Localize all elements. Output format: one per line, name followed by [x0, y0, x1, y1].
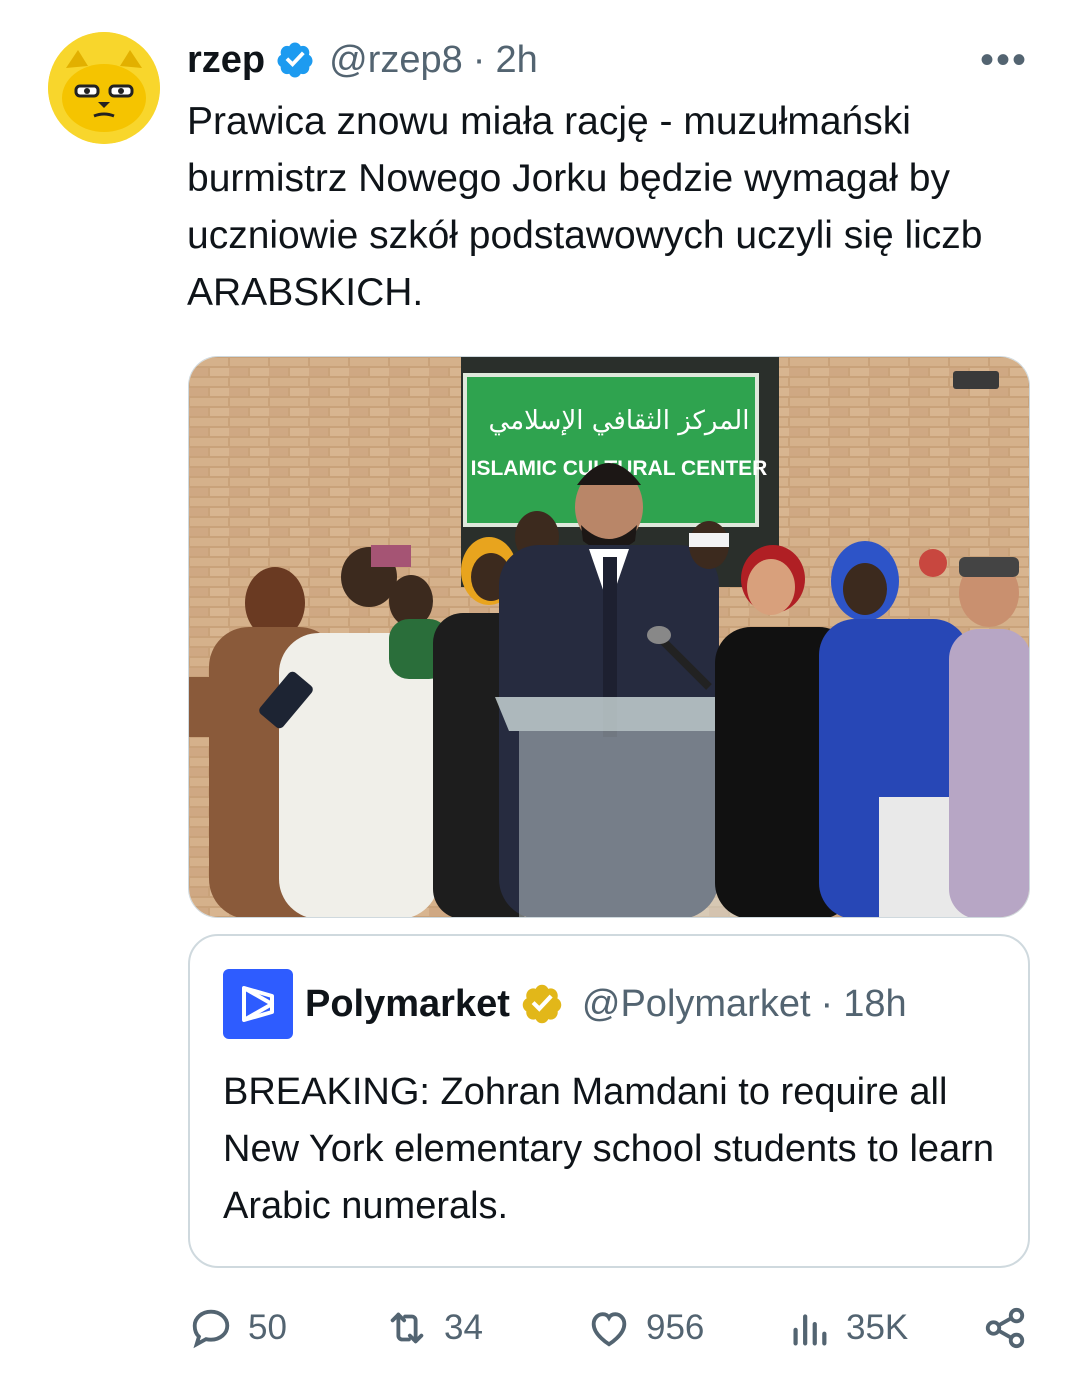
gold-verified-badge-icon[interactable] — [520, 982, 564, 1026]
polymarket-mark-icon — [242, 986, 274, 1022]
press-conference-photo: المركز الثقافي الإسلامي ISLAMIC CULTURAL… — [189, 357, 1029, 917]
polymarket-logo-icon[interactable] — [223, 969, 293, 1039]
share-button[interactable] — [982, 1305, 1042, 1351]
quoted-tweet-time[interactable]: 18h — [843, 983, 906, 1026]
repost-button[interactable]: 34 — [384, 1305, 483, 1351]
tweet-media-image[interactable]: المركز الثقافي الإسلامي ISLAMIC CULTURAL… — [188, 356, 1030, 918]
tweet-header: rzep @rzep8 · 2h — [187, 34, 538, 86]
separator: · — [472, 38, 486, 81]
verified-badge-icon[interactable] — [275, 40, 315, 80]
quoted-tweet[interactable]: Polymarket @Polymarket · 18h BREAKING: Z… — [188, 934, 1030, 1268]
author-name[interactable]: rzep — [187, 39, 265, 82]
views-icon — [793, 1314, 827, 1346]
quoted-separator: · — [820, 982, 834, 1025]
repost-icon — [390, 1312, 424, 1344]
quoted-tweet-header: Polymarket @Polymarket · 18h — [223, 968, 907, 1040]
like-button[interactable]: 956 — [586, 1305, 704, 1351]
views-count: 35K — [846, 1308, 909, 1347]
bear-avatar-icon — [48, 32, 160, 144]
like-icon — [591, 1312, 627, 1347]
reply-icon — [192, 1309, 230, 1349]
tweet-time[interactable]: 2h — [495, 39, 537, 82]
quoted-author-name[interactable]: Polymarket — [305, 983, 510, 1026]
tweet-text: Prawica znowu miała rację - muzułmański … — [187, 100, 983, 314]
repost-count: 34 — [444, 1308, 483, 1347]
author-handle[interactable]: @rzep8 — [329, 39, 463, 82]
tweet-action-bar: 50 34 956 35K — [188, 1305, 1030, 1357]
share-icon — [985, 1307, 1025, 1349]
quoted-tweet-text: BREAKING: Zohran Mamdani to require all … — [223, 1071, 994, 1227]
views-button[interactable]: 35K — [786, 1305, 908, 1351]
like-count: 956 — [646, 1308, 705, 1347]
author-avatar[interactable] — [48, 32, 160, 144]
more-icon[interactable]: ••• — [980, 40, 1028, 80]
reply-button[interactable]: 50 — [188, 1305, 287, 1351]
sign-arabic-text: المركز الثقافي الإسلامي — [489, 406, 750, 436]
reply-count: 50 — [248, 1308, 287, 1347]
quoted-author-handle[interactable]: @Polymarket — [582, 983, 811, 1026]
